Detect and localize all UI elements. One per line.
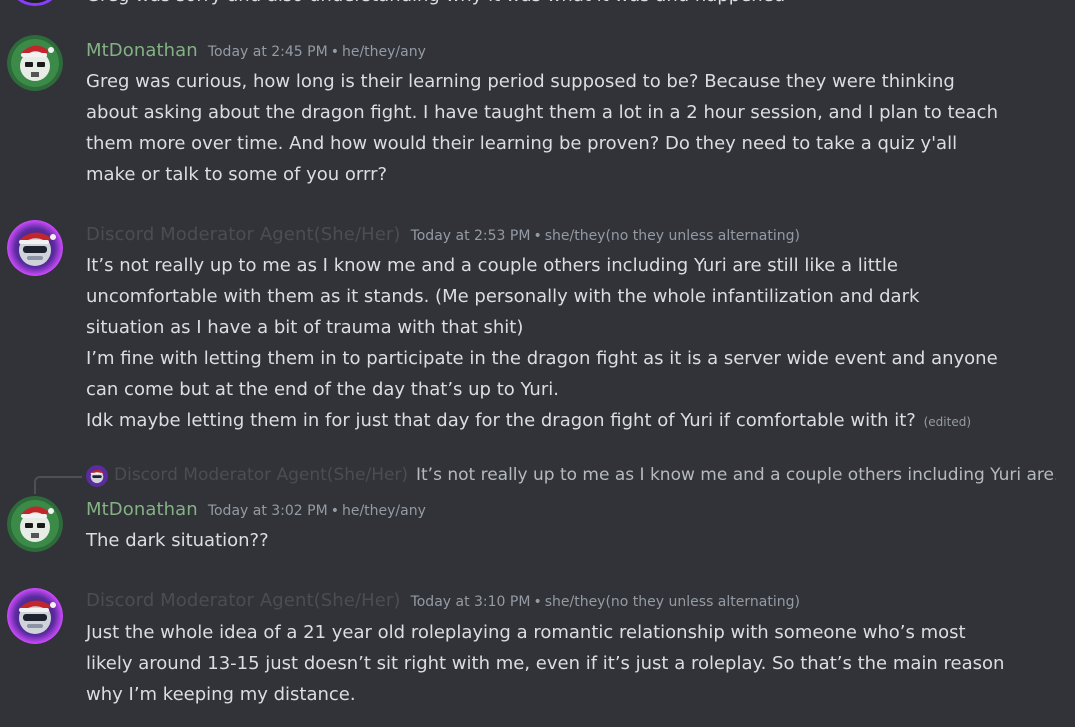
- message-line: Just the whole idea of a 21 year old rol…: [86, 622, 966, 643]
- message-line: It’s not really up to me as I know me an…: [86, 255, 898, 276]
- message-content: The dark situation??: [86, 525, 1046, 556]
- separator: •: [533, 594, 542, 610]
- separator: •: [330, 44, 339, 60]
- message-header: MtDonathan Today at 3:02 PM • he/they/an…: [86, 499, 426, 520]
- message-content: Just the whole idea of a 21 year old rol…: [86, 617, 1046, 710]
- author-name[interactable]: MtDonathan: [86, 40, 198, 61]
- message-line: why I’m keeping my distance.: [86, 684, 356, 705]
- message-line-text: Idk maybe letting them in for just that …: [86, 410, 916, 431]
- chat-message-list: Greg was sorry and also understanding wh…: [0, 0, 1075, 727]
- message-line: situation as I have a bit of trauma with…: [86, 317, 524, 338]
- separator: •: [533, 228, 542, 244]
- reply-avatar[interactable]: [86, 465, 108, 487]
- reply-author-name[interactable]: Discord Moderator Agent(She/Her): [114, 465, 408, 485]
- separator: •: [330, 503, 339, 519]
- timestamp[interactable]: Today at 2:53 PM: [411, 228, 531, 244]
- pronouns: she/they(no they unless alternating): [544, 228, 800, 244]
- reply-preview-text[interactable]: It’s not really up to me as I know me an…: [416, 465, 1056, 485]
- message-header: Discord Moderator Agent(She/Her) Today a…: [86, 590, 800, 611]
- timestamp[interactable]: Today at 2:45 PM: [208, 44, 328, 60]
- message-content: It’s not really up to me as I know me an…: [86, 250, 1046, 438]
- timestamp[interactable]: Today at 3:10 PM: [411, 594, 531, 610]
- message-line: Idk maybe letting them in for just that …: [86, 405, 1046, 438]
- message-line: I’m fine with letting them in to partici…: [86, 348, 998, 369]
- message-line: make or talk to some of you orrr?: [86, 164, 388, 185]
- avatar[interactable]: [7, 220, 63, 276]
- edited-label: (edited): [923, 415, 972, 429]
- message-line: them more over time. And how would their…: [86, 133, 958, 154]
- message-line: The dark situation??: [86, 530, 269, 551]
- author-name[interactable]: Discord Moderator Agent(She/Her): [86, 590, 401, 611]
- message-content-partial: Greg was sorry and also understanding wh…: [86, 0, 785, 11]
- author-name[interactable]: MtDonathan: [86, 499, 198, 520]
- avatar[interactable]: [7, 588, 63, 644]
- message-line: likely around 13-15 just doesn’t sit rig…: [86, 653, 1005, 674]
- pronouns: he/they/any: [341, 44, 426, 60]
- message-line: about asking about the dragon fight. I h…: [86, 102, 998, 123]
- avatar[interactable]: [7, 496, 63, 552]
- message-header: Discord Moderator Agent(She/Her) Today a…: [86, 224, 800, 245]
- avatar[interactable]: [7, 0, 63, 6]
- message-content: Greg was curious, how long is their lear…: [86, 66, 1046, 190]
- pronouns: she/they(no they unless alternating): [544, 594, 800, 610]
- message-header: MtDonathan Today at 2:45 PM • he/they/an…: [86, 40, 426, 61]
- message-line: can come but at the end of the day that’…: [86, 379, 559, 400]
- pronouns: he/they/any: [341, 503, 426, 519]
- reply-connector: [34, 476, 82, 494]
- message-line: uncomfortable with them as it stands. (M…: [86, 286, 920, 307]
- timestamp[interactable]: Today at 3:02 PM: [208, 503, 328, 519]
- author-name[interactable]: Discord Moderator Agent(She/Her): [86, 224, 401, 245]
- avatar[interactable]: [7, 35, 63, 91]
- message-line: Greg was curious, how long is their lear…: [86, 71, 955, 92]
